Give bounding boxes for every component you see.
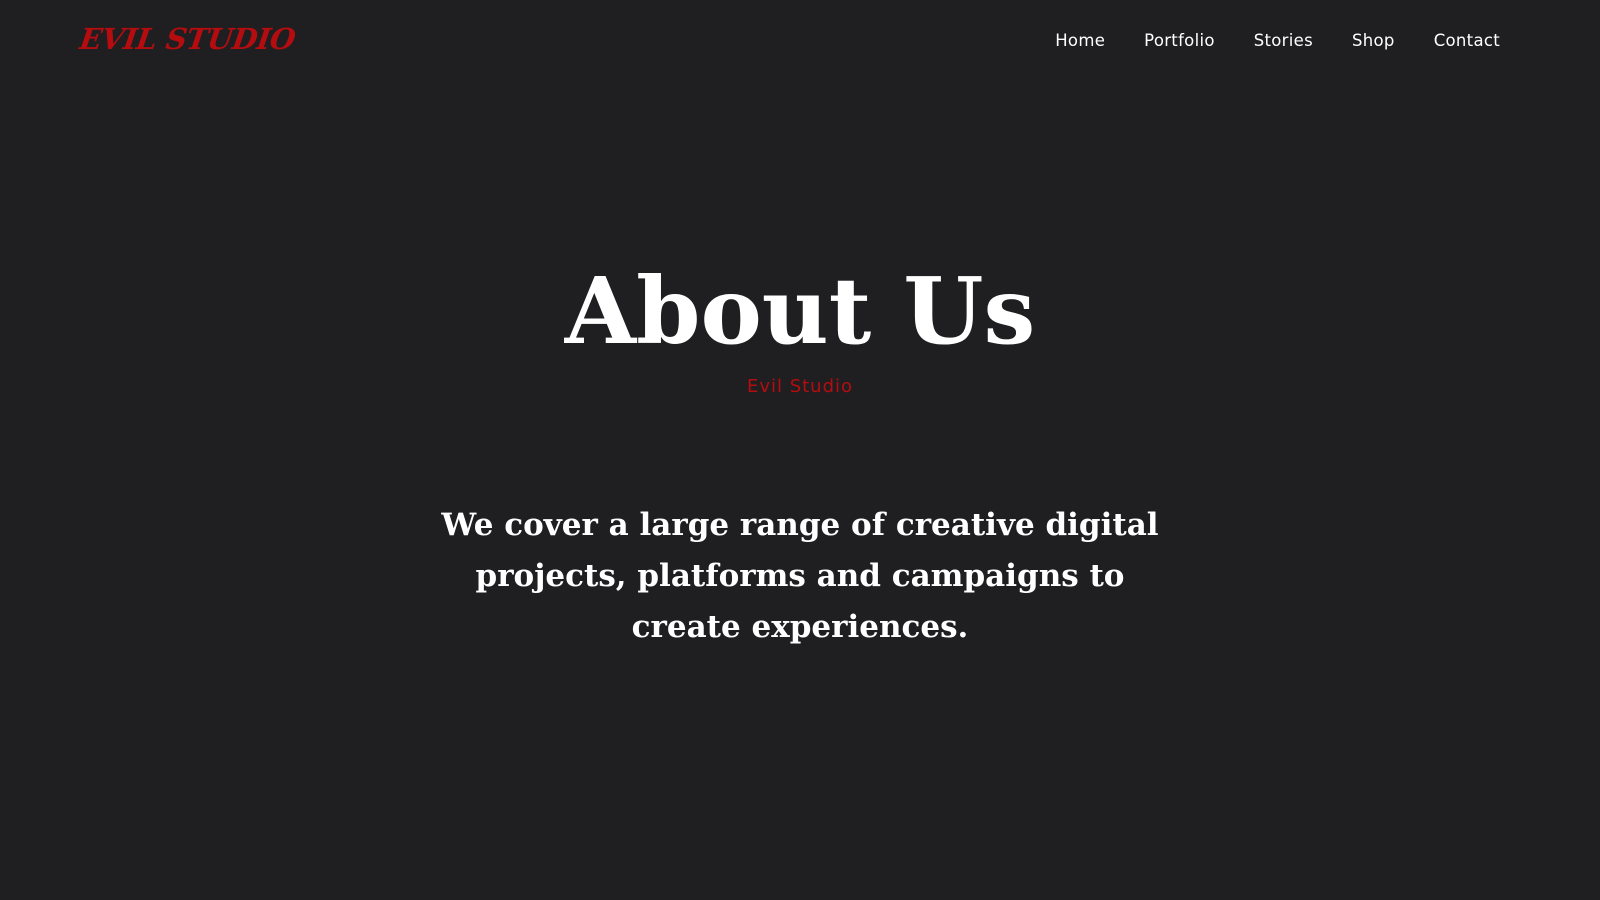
main-nav: Home Portfolio Stories Shop Contact [1055, 31, 1500, 50]
page-title: About Us [564, 257, 1036, 365]
tagline-text: We cover a large range of creative digit… [441, 507, 1159, 645]
nav-contact-link[interactable]: Contact [1434, 31, 1500, 50]
site-header: EVIL STUDIO Home Portfolio Stories Shop … [0, 0, 1600, 90]
nav-stories-link[interactable]: Stories [1254, 31, 1313, 50]
nav-home-link[interactable]: Home [1055, 31, 1105, 50]
logo[interactable]: EVIL STUDIO [78, 22, 298, 56]
nav-shop-link[interactable]: Shop [1352, 31, 1395, 50]
nav-portfolio-link[interactable]: Portfolio [1144, 31, 1215, 50]
page-subtitle: Evil Studio [746, 376, 854, 397]
